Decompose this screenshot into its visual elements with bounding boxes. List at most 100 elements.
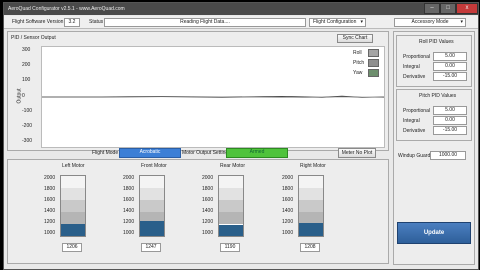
motor-armed-indicator[interactable]: Armed (226, 148, 288, 158)
pitch-p-label: Proportional (403, 108, 430, 114)
motor-meter-band (219, 212, 243, 224)
motor-tick: 1800 (282, 186, 294, 192)
sync-chart-button[interactable]: Sync Chart (337, 34, 373, 43)
motor-tick: 2000 (44, 175, 56, 181)
motor-meter-band (299, 200, 323, 212)
window-title: AeroQuad Configurator v2.5.1 - www.AeroQ… (8, 6, 125, 12)
motor-meter-band (140, 188, 164, 200)
fw-version-label: Flight Software Version (12, 19, 64, 25)
motor-value: 1247 (141, 243, 161, 252)
motor-tick: 1400 (202, 208, 214, 214)
motor-meter-band (61, 212, 85, 224)
pid-graph-svg (42, 95, 384, 98)
motor-tick: 1000 (282, 230, 294, 236)
roll-d-label: Derivative (403, 74, 426, 80)
fw-version-field: 3.2 (64, 18, 80, 27)
motor-value: 1206 (62, 243, 82, 252)
motor-tick: 1400 (282, 208, 294, 214)
motor-tick: 2000 (202, 175, 214, 181)
roll-d-input[interactable]: -15.00 (433, 72, 467, 81)
motor-tick: 1800 (123, 186, 135, 192)
roll-p-input[interactable]: 5.00 (433, 52, 467, 61)
motor-tick: 1200 (202, 219, 214, 225)
toolbar: Flight Software Version 3.2 Status Readi… (4, 16, 478, 29)
flight-mode-indicator[interactable]: Acrobatic (119, 148, 181, 158)
chevron-down-icon: ▾ (360, 19, 363, 25)
motor-tick: 1400 (123, 208, 135, 214)
graph-ytick: 0 (22, 92, 25, 99)
motor-meter-band (219, 200, 243, 212)
mode-select-value: Accessory Mode (411, 19, 449, 25)
motor-meter-fill (299, 223, 323, 236)
view-select[interactable]: Flight Configuration ▾ (309, 18, 366, 27)
motor-meter-band (61, 200, 85, 212)
roll-i-label: Integral (403, 64, 420, 70)
roll-pid-title: Roll PID Values (419, 39, 454, 45)
legend-pitch: Pitch (353, 60, 365, 66)
motor-meter (139, 175, 165, 237)
update-button[interactable]: Update (397, 222, 471, 244)
motor-meter (298, 175, 324, 237)
mode-select[interactable]: Accessory Mode ▾ (394, 18, 466, 27)
motor-tick: 1200 (44, 219, 56, 225)
motor-label: Left Motor (62, 163, 85, 169)
windup-guard-label: Windup Guard (398, 153, 431, 159)
app-window: AeroQuad Configurator v2.5.1 - www.AeroQ… (3, 2, 479, 270)
legend-yaw-swatch[interactable] (368, 69, 379, 77)
pitch-i-input[interactable]: 0.00 (433, 116, 467, 125)
graph-ytick: -300 (22, 138, 33, 145)
legend-roll-swatch[interactable] (368, 49, 379, 57)
motor-tick: 2000 (282, 175, 294, 181)
motor-tick: 1600 (123, 197, 135, 203)
motor-tick: 1000 (123, 230, 135, 236)
legend-roll: Roll (353, 50, 362, 56)
title-bar: AeroQuad Configurator v2.5.1 - www.AeroQ… (4, 3, 478, 15)
motor-label: Right Motor (300, 163, 326, 169)
motor-tick: 1000 (202, 230, 214, 236)
motor-tick: 1200 (282, 219, 294, 225)
motor-meter-band (140, 176, 164, 188)
close-button[interactable]: x (456, 3, 478, 14)
legend-yaw: Yaw (353, 70, 363, 76)
motor-tick: 1800 (202, 186, 214, 192)
roll-i-input[interactable]: 0.00 (433, 62, 467, 71)
graph-ytick: -100 (22, 107, 33, 114)
pitch-i-label: Integral (403, 118, 420, 124)
motor-meter-band (219, 176, 243, 188)
roll-p-label: Proportional (403, 54, 430, 60)
motor-tick: 1000 (44, 230, 56, 236)
motor-meter-band (219, 188, 243, 200)
motor-tick: 1600 (44, 197, 56, 203)
motor-tick: 1800 (44, 186, 56, 192)
motor-tick: 1600 (202, 197, 214, 203)
motor-label: Front Motor (141, 163, 167, 169)
motor-meter (218, 175, 244, 237)
motor-meter-band (299, 176, 323, 188)
roll-pid-group: Roll PID Values Proportional 5.00 Integr… (396, 35, 472, 87)
minimize-button[interactable]: – (424, 3, 440, 14)
windup-guard-input[interactable]: 1000.00 (430, 151, 466, 160)
motor-meter-band (140, 200, 164, 212)
meter-no-plot-button[interactable]: Meter No Plot (338, 148, 376, 158)
legend-pitch-swatch[interactable] (368, 59, 379, 67)
motor-meter-fill (219, 225, 243, 236)
motor-tick: 1600 (282, 197, 294, 203)
pitch-pid-title: Pitch PID Values (419, 93, 457, 99)
flight-mode-label: Flight Mode (92, 150, 119, 156)
pitch-pid-group: Pitch PID Values Proportional 5.00 Integ… (396, 89, 472, 141)
motor-meter-fill (61, 224, 85, 236)
pitch-d-input[interactable]: -15.00 (433, 126, 467, 135)
pitch-p-input[interactable]: 5.00 (433, 106, 467, 115)
motor-tick: 1400 (44, 208, 56, 214)
motor-tick: 2000 (123, 175, 135, 181)
pitch-d-label: Derivative (403, 128, 426, 134)
maximize-button[interactable]: □ (440, 3, 456, 14)
motor-value: 1208 (300, 243, 320, 252)
status-label: Status (89, 19, 104, 25)
motor-meter-band (299, 188, 323, 200)
motor-meter-band (61, 176, 85, 188)
motor-value: 1190 (220, 243, 240, 252)
graph-ytick: -200 (22, 123, 33, 129)
graph-ytick: 300 (22, 47, 31, 53)
motor-label: Rear Motor (220, 163, 246, 169)
